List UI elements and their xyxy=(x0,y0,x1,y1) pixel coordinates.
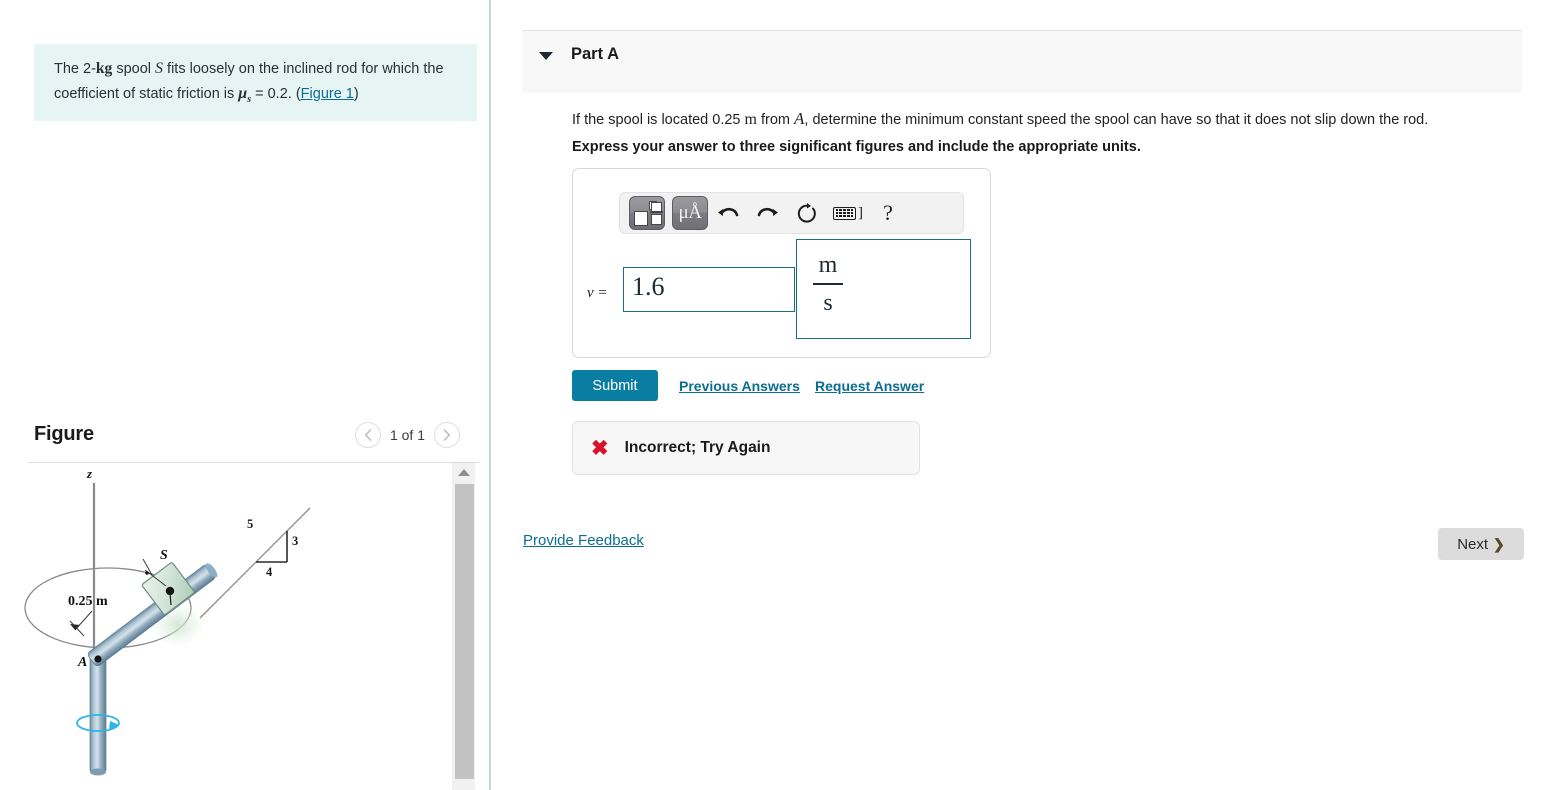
answer-unit-input[interactable]: m s xyxy=(796,239,971,339)
vertical-rod xyxy=(89,654,107,774)
answer-instruction: Express your answer to three significant… xyxy=(572,139,1141,155)
chevron-right-icon xyxy=(443,429,451,441)
question-text-b: from xyxy=(756,112,795,128)
keyboard-icon[interactable]: ] xyxy=(828,196,868,230)
redo-icon[interactable] xyxy=(748,196,788,230)
slope-extension-line xyxy=(199,507,311,619)
point-a-dot xyxy=(94,655,102,663)
problem-mu-value: = 0.2. ( xyxy=(251,85,301,102)
answer-value-input[interactable]: 1.6 xyxy=(623,267,795,312)
label-S: S xyxy=(160,548,168,563)
x-mark-icon: ✖ xyxy=(591,436,609,460)
problem-statement: The 2-kg spool S fits loosely on the inc… xyxy=(34,44,477,122)
figure-scrollbar-thumb[interactable] xyxy=(455,484,474,779)
next-button[interactable]: Next ❯ xyxy=(1438,528,1524,560)
feedback-message: Incorrect; Try Again xyxy=(624,439,771,456)
figure-header: Figure 1 of 1 xyxy=(28,420,480,463)
answer-entry-card: μÅ] ? v = 1.6 m s xyxy=(572,168,991,358)
answer-row: v = 1.6 m s xyxy=(573,239,992,351)
unit-denominator: s xyxy=(823,289,833,316)
question-text-a: If the spool is located 0.25 xyxy=(572,112,745,128)
figure-counter: 1 of 1 xyxy=(389,427,425,443)
figure-scrollbar[interactable] xyxy=(452,463,475,790)
submit-button[interactable]: Submit xyxy=(572,370,658,401)
question-text-c: , determine the minimum constant speed t… xyxy=(804,112,1429,128)
problem-symbol-s: S xyxy=(155,60,164,77)
help-icon[interactable]: ? xyxy=(868,196,908,230)
chevron-right-icon: ❯ xyxy=(1493,535,1505,552)
label-slope-5: 5 xyxy=(247,517,253,531)
figure-scroll-up-button[interactable] xyxy=(453,463,475,481)
figure-viewport: z 5 3 4 0.25 m S A xyxy=(0,463,489,790)
leader-dot xyxy=(145,571,149,575)
left-panel: The 2-kg spool S fits loosely on the inc… xyxy=(0,0,489,790)
mu-symbol: μs xyxy=(238,84,252,105)
previous-answers-link[interactable]: Previous Answers xyxy=(679,378,800,394)
problem-unit-kg: kg xyxy=(95,60,113,77)
question-prompt: If the spool is located 0.25 m from A, d… xyxy=(572,107,1542,131)
next-button-label: Next xyxy=(1457,535,1489,553)
figure-next-button[interactable] xyxy=(434,422,460,448)
figure-prev-button[interactable] xyxy=(354,422,381,448)
triangle-up-icon xyxy=(458,468,470,476)
provide-feedback-link[interactable]: Provide Feedback xyxy=(523,532,644,549)
figure-diagram: z 5 3 4 0.25 m S A xyxy=(24,466,311,776)
leader-tick-bottom xyxy=(69,620,85,637)
math-template-icon[interactable] xyxy=(629,196,665,230)
unit-fraction: m s xyxy=(810,249,846,319)
request-answer-link[interactable]: Request Answer xyxy=(815,378,924,394)
units-button[interactable]: μÅ xyxy=(672,196,708,230)
leader-arrow xyxy=(70,624,80,630)
unit-numerator: m xyxy=(818,252,838,278)
label-A: A xyxy=(77,655,87,670)
math-toolbar: μÅ] ? xyxy=(619,192,964,234)
reset-icon[interactable] xyxy=(788,196,828,230)
chevron-left-icon xyxy=(364,429,372,441)
label-distance: 0.25 m xyxy=(68,594,108,609)
part-a-header[interactable]: Part A xyxy=(522,30,1522,93)
question-symbol-a: A xyxy=(794,109,805,128)
undo-icon[interactable] xyxy=(708,196,748,230)
label-z: z xyxy=(86,466,93,481)
label-slope-3: 3 xyxy=(292,534,298,548)
problem-text-prefix: The 2- xyxy=(54,61,96,77)
question-unit-m: m xyxy=(744,111,757,128)
problem-text-mid1: spool xyxy=(112,61,156,77)
variable-label: v = xyxy=(587,285,608,301)
page-root: The 2-kg spool S fits loosely on the inc… xyxy=(0,0,1553,790)
figure-navigation: 1 of 1 xyxy=(354,422,460,448)
problem-text-close: ) xyxy=(353,85,359,102)
keyboard-bracket: ] xyxy=(858,204,863,221)
chevron-down-icon[interactable] xyxy=(539,52,553,60)
label-slope-4: 4 xyxy=(266,565,273,579)
figure-1-link[interactable]: Figure 1 xyxy=(301,86,354,102)
feedback-banner: ✖ Incorrect; Try Again xyxy=(572,421,920,475)
part-a-label: Part A xyxy=(571,45,619,63)
rod-end-cap xyxy=(90,768,106,776)
right-panel: Part A If the spool is located 0.25 m fr… xyxy=(491,0,1553,790)
figure-title: Figure xyxy=(34,423,94,445)
fraction-bar xyxy=(813,283,843,285)
